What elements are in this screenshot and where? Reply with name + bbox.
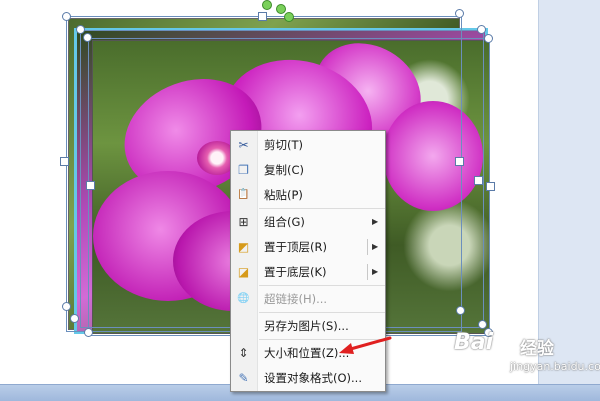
paste-icon: 📋 (237, 189, 250, 200)
menu-item-copy[interactable]: ❐ 复制(C) (231, 158, 385, 182)
size-position-icon: ⇕ (238, 346, 249, 360)
rotation-handle[interactable] (284, 12, 294, 22)
menu-item-hyperlink: 🌐 超链接(H)... (237, 292, 328, 306)
resize-handle[interactable] (76, 25, 85, 34)
hyperlink-icon: 🌐 (237, 293, 250, 304)
menu-item-paste[interactable]: 📋 粘贴(P) (231, 183, 385, 207)
resize-handle[interactable] (70, 314, 79, 323)
menu-item-bring-to-front[interactable]: ◩ 置于顶层(R) ▶ (231, 235, 385, 259)
baidu-jingyan-watermark: Bai 经验 jingyan.baidu.com (454, 330, 600, 378)
menu-separator (259, 285, 385, 286)
resize-handle[interactable] (455, 157, 464, 166)
format-object-icon: ✎ (238, 371, 249, 385)
watermark-brand: Bai (454, 330, 494, 355)
menu-item-send-to-back[interactable]: ◪ 置于底层(K) ▶ (231, 260, 385, 284)
rotation-handle[interactable] (262, 0, 272, 10)
orchid-petal (383, 101, 483, 211)
menu-item-cut[interactable]: ✂ 剪切(T) (231, 133, 385, 157)
resize-handle[interactable] (477, 25, 486, 34)
menu-separator (259, 312, 385, 313)
resize-handle[interactable] (86, 181, 95, 190)
watermark-url: jingyan.baidu.com (510, 360, 600, 373)
group-icon: ⊞ (238, 215, 249, 229)
resize-handle[interactable] (486, 182, 495, 191)
resize-handle[interactable] (62, 302, 71, 311)
resize-handle[interactable] (62, 12, 71, 21)
resize-handle[interactable] (484, 34, 493, 43)
scissors-icon: ✂ (238, 138, 249, 152)
split-divider (367, 239, 368, 255)
submenu-arrow-icon[interactable]: ▶ (372, 260, 378, 284)
resize-handle[interactable] (84, 328, 93, 337)
split-divider (367, 264, 368, 280)
submenu-arrow-icon: ▶ (372, 217, 379, 226)
resize-handle[interactable] (456, 306, 465, 315)
submenu-arrow-icon[interactable]: ▶ (372, 235, 378, 259)
menu-item-group[interactable]: ⊞ 组合(G) ▶ (231, 210, 385, 234)
copy-icon: ❐ (238, 163, 249, 177)
send-to-back-icon: ◪ (237, 265, 250, 279)
annotation-arrow-icon (339, 336, 392, 354)
bring-to-front-icon: ◩ (237, 240, 250, 254)
resize-handle[interactable] (455, 9, 464, 18)
resize-handle[interactable] (83, 33, 92, 42)
resize-handle[interactable] (60, 157, 69, 166)
menu-separator (259, 208, 385, 209)
resize-handle[interactable] (474, 176, 483, 185)
menu-item-format-object[interactable]: ✎ 设置对象格式(O)... (231, 366, 385, 390)
watermark-brand-cn: 经验 (520, 339, 554, 359)
resize-handle[interactable] (258, 12, 267, 21)
